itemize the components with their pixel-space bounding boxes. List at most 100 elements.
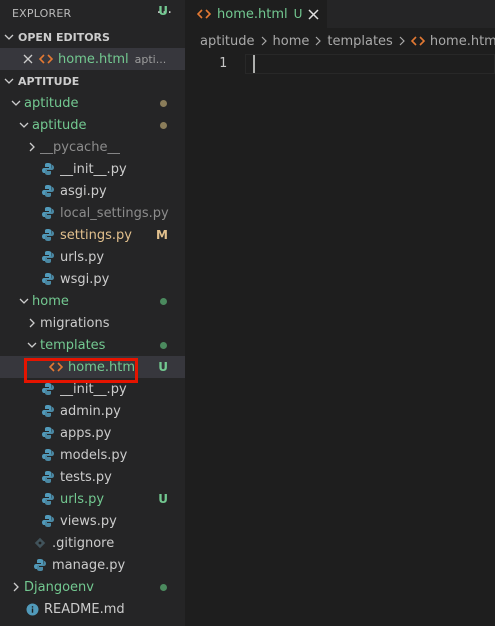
tree-file-home-html[interactable]: home.html U	[0, 356, 185, 378]
tree-folder-aptitude[interactable]: aptitude	[0, 114, 185, 136]
tree-file-tests-py[interactable]: tests.py	[0, 466, 185, 488]
tree-item-label: models.py	[60, 447, 128, 463]
tree-item-label: asgi.py	[60, 183, 107, 199]
modified-dot	[160, 122, 167, 129]
python-file-icon	[40, 268, 56, 290]
tree-folder-djangoenv[interactable]: Djangoenv	[0, 576, 185, 598]
git-status-badge: U	[158, 360, 168, 374]
python-file-icon	[40, 224, 56, 246]
tree-file-init-py[interactable]: __init__.py	[0, 158, 185, 180]
tree-file-init-py[interactable]: __init__.py	[0, 378, 185, 400]
tree-file-urls-py[interactable]: urls.py	[0, 246, 185, 268]
chevron-down-icon	[8, 92, 24, 114]
breadcrumb-item-templates[interactable]: templates	[327, 34, 392, 49]
tree-item-label: admin.py	[60, 403, 121, 419]
tree-item-label: wsgi.py	[60, 271, 110, 287]
chevron-down-icon	[24, 334, 40, 356]
chevron-right-icon	[260, 36, 268, 46]
tree-folder--pycache-[interactable]: __pycache__	[0, 136, 185, 158]
tab-bar: home.html U	[185, 0, 495, 28]
tree-file-manage-py[interactable]: manage.py	[0, 554, 185, 576]
html-file-icon	[48, 356, 64, 378]
tree-item-label: aptitude	[32, 117, 87, 133]
tree-folder-home[interactable]: home	[0, 290, 185, 312]
code-editor[interactable]: 1	[185, 54, 495, 76]
tree-item-label: migrations	[40, 315, 110, 331]
tree-folder-templates[interactable]: templates	[0, 334, 185, 356]
tree-item-label: __pycache__	[40, 139, 121, 155]
tree-file-local-settings-py[interactable]: local_settings.py	[0, 202, 185, 224]
tree-item-label: urls.py	[60, 249, 105, 265]
html-file-icon	[410, 35, 425, 47]
chevron-right-icon	[24, 312, 40, 334]
chevron-right-icon	[8, 576, 24, 598]
open-editors-title: OPEN EDITORS	[18, 30, 110, 44]
line-number: 1	[219, 56, 227, 71]
breadcrumb-item-aptitude[interactable]: aptitude	[200, 34, 255, 49]
modified-dot	[160, 100, 167, 107]
tree-item-label: aptitude	[24, 95, 79, 111]
chevron-down-icon	[16, 290, 32, 312]
breadcrumb: aptitude home templates home.html	[185, 28, 495, 54]
tree-folder-aptitude[interactable]: aptitude	[0, 92, 185, 114]
python-file-icon	[40, 180, 56, 202]
tree-file-admin-py[interactable]: admin.py	[0, 400, 185, 422]
tree-file-apps-py[interactable]: apps.py	[0, 422, 185, 444]
status-badge: U	[158, 4, 168, 18]
python-file-icon	[40, 246, 56, 268]
tree-file-gitignore[interactable]: .gitignore	[0, 532, 185, 554]
chevron-down-icon	[0, 32, 18, 42]
breadcrumb-item-file[interactable]: home.html	[430, 34, 495, 49]
tree-file-urls-py[interactable]: urls.py U	[0, 488, 185, 510]
workspace-header[interactable]: APTITUDE	[0, 70, 185, 92]
current-line-highlight	[245, 54, 495, 74]
chevron-right-icon	[24, 136, 40, 158]
tree-file-views-py[interactable]: views.py	[0, 510, 185, 532]
tab-home-html[interactable]: home.html U	[185, 0, 328, 28]
tree-file-asgi-py[interactable]: asgi.py	[0, 180, 185, 202]
text-cursor	[253, 55, 255, 73]
tree-item-label: home.html	[68, 359, 139, 375]
tree-file-models-py[interactable]: models.py	[0, 444, 185, 466]
workspace-title: APTITUDE	[18, 74, 80, 88]
open-editor-item[interactable]: home.html apti... U	[0, 4, 185, 70]
explorer-header: EXPLORER ···	[0, 0, 185, 26]
python-file-icon	[40, 202, 56, 224]
tree-file-readme-md[interactable]: README.md	[0, 598, 185, 620]
tree-folder-migrations[interactable]: migrations	[0, 312, 185, 334]
python-file-icon	[40, 444, 56, 466]
readme-info-icon	[24, 598, 40, 620]
html-file-icon	[38, 48, 54, 70]
tree-item-label: home	[32, 293, 69, 309]
close-tab-icon[interactable]	[308, 8, 319, 20]
chevron-right-icon	[398, 36, 406, 46]
tree-item-label: templates	[40, 337, 106, 353]
git-status-badge: U	[158, 492, 168, 506]
python-file-icon	[40, 466, 56, 488]
tree-file-wsgi-py[interactable]: wsgi.py	[0, 268, 185, 290]
tab-label: home.html	[217, 6, 288, 22]
open-editor-path-hint: apti...	[134, 52, 167, 66]
chevron-down-icon	[16, 114, 32, 136]
close-editor-icon[interactable]	[20, 54, 36, 64]
python-file-icon	[40, 510, 56, 532]
breadcrumb-item-home[interactable]: home	[273, 34, 310, 49]
python-file-icon	[40, 422, 56, 444]
open-editors-header[interactable]: OPEN EDITORS	[0, 26, 185, 48]
tree-file-settings-py[interactable]: settings.py M	[0, 224, 185, 246]
